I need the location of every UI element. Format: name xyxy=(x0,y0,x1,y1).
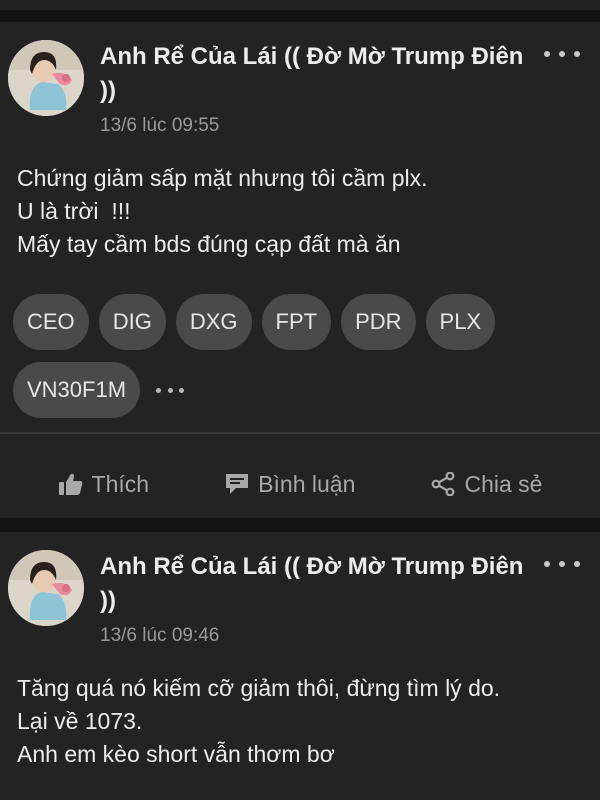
avatar[interactable] xyxy=(8,40,84,116)
avatar[interactable] xyxy=(8,550,84,626)
stock-tag[interactable]: PDR xyxy=(341,294,416,350)
like-button[interactable]: Thích xyxy=(58,470,150,498)
divider xyxy=(0,432,600,434)
share-button[interactable]: Chia sẻ xyxy=(430,471,542,498)
content-line: Mấy tay cầm bds đúng cạp đất mà ăn xyxy=(17,231,401,257)
more-tags-button[interactable] xyxy=(150,375,190,405)
comment-label: Bình luận xyxy=(258,470,356,497)
top-divider-strip xyxy=(0,0,600,10)
more-options-button[interactable] xyxy=(544,42,580,66)
stock-tag[interactable]: PLX xyxy=(425,294,496,350)
share-label: Chia sẻ xyxy=(464,470,543,497)
more-dots-icon xyxy=(544,561,550,567)
author-name[interactable]: Anh Rể Của Lái (( Đờ Mờ Trump Điên )) xyxy=(100,40,540,108)
post-content: Chứng giảm sấp mặt nhưng tôi cầm plx. U … xyxy=(17,162,587,261)
comment-icon xyxy=(226,474,249,494)
more-dots-icon xyxy=(156,387,162,393)
content-line: U là trời !!! xyxy=(17,198,131,224)
content-line: Chứng giảm sấp mặt nhưng tôi cầm plx. xyxy=(17,165,428,191)
stock-tag[interactable]: CEO xyxy=(13,294,89,350)
post-actions: Thích Bình luận Chia sẻ xyxy=(0,462,600,506)
more-dots-icon xyxy=(544,51,550,57)
thumbs-up-icon xyxy=(58,473,82,495)
stock-tag[interactable]: DIG xyxy=(98,294,166,350)
post-content: Tăng quá nó kiếm cỡ giảm thôi, đừng tìm … xyxy=(17,672,587,771)
comment-button[interactable]: Bình luận xyxy=(224,471,355,498)
content-line: Anh em kèo short vẫn thơm bơ xyxy=(17,741,335,767)
stock-tag-list: CEO DIG DXG FPT PDR PLX VN30F1M xyxy=(13,294,583,430)
content-line: Tăng quá nó kiếm cỡ giảm thôi, đừng tìm … xyxy=(17,675,501,701)
stock-tag[interactable]: VN30F1M xyxy=(13,362,141,418)
like-label: Thích xyxy=(91,470,150,497)
post-timestamp[interactable]: 13/6 lúc 09:46 xyxy=(100,625,219,647)
author-name[interactable]: Anh Rể Của Lái (( Đờ Mờ Trump Điên )) xyxy=(100,550,540,618)
post-timestamp[interactable]: 13/6 lúc 09:55 xyxy=(100,115,219,137)
content-line: Lại về 1073. xyxy=(17,708,143,734)
more-options-button[interactable] xyxy=(544,552,580,576)
post-card: Anh Rể Của Lái (( Đờ Mờ Trump Điên )) 13… xyxy=(0,532,600,800)
post-card: Anh Rể Của Lái (( Đờ Mờ Trump Điên )) 13… xyxy=(0,22,600,518)
stock-tag[interactable]: FPT xyxy=(261,294,332,350)
share-icon xyxy=(432,472,455,496)
stock-tag[interactable]: DXG xyxy=(175,294,252,350)
